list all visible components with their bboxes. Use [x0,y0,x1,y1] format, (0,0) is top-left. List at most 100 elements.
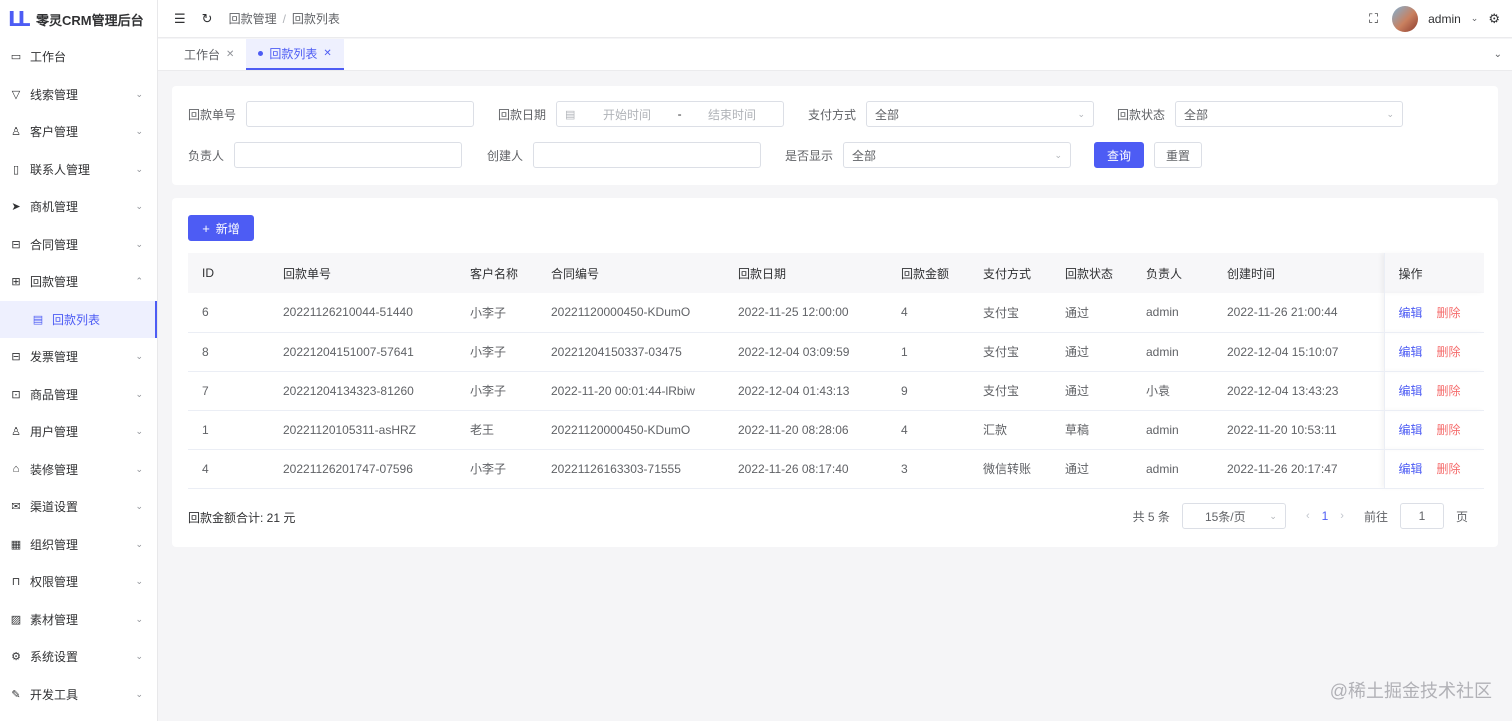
select-value: 15条/页 [1204,509,1246,524]
status-select[interactable]: 全部 ⌄ [1175,101,1404,127]
avatar[interactable] [1392,5,1419,32]
edit-link[interactable]: 编辑 [1399,345,1423,359]
app-title: 零灵CRM管理后台 [36,12,144,28]
collapse-menu-icon[interactable]: ☰ [174,11,186,27]
chevron-icon: ⌄ [135,388,143,399]
edit-link[interactable]: 编辑 [1399,384,1423,398]
amount-total: 回款金额合计: 21 元 [188,511,296,525]
person-icon: ♙ [11,426,21,439]
cell-amount: 4 [887,410,969,450]
cell-customer: 小李子 [456,371,537,411]
sidebar-item[interactable]: ⊟ 合同管理 ⌄ [0,226,157,264]
cell-date: 2022-11-20 08:28:06 [724,410,887,450]
sidebar-item-label: 用户管理 [30,425,79,440]
edit-link[interactable]: 编辑 [1399,462,1423,476]
sidebar-item[interactable]: ♙ 用户管理 ⌄ [0,413,157,451]
delete-link[interactable]: 删除 [1437,306,1461,320]
page-number[interactable]: 1 [1322,509,1329,523]
page-size-select[interactable]: 15条/页 ⌄ [1181,503,1286,529]
reset-button[interactable]: 重置 [1154,142,1202,168]
cell-owner: admin [1132,449,1213,489]
order-no-input[interactable] [246,101,475,127]
fullscreen-icon[interactable]: ⛶ [1369,11,1378,27]
filter-panel: 回款单号 回款日期 ▤ 开始时间 - 结束时间 支付方式 全部 ⌄ 回款状态 全… [172,86,1498,185]
cell-no: 20221126210044-51440 [269,293,456,333]
close-icon[interactable]: ✕ [226,49,234,60]
cell-contract: 20221120000450-KDumO [537,293,724,333]
building-icon: ▦ [10,538,22,551]
creator-input[interactable] [533,142,762,168]
delete-link[interactable]: 删除 [1437,462,1461,476]
cell-amount: 4 [887,293,969,333]
refresh-icon[interactable]: ↻ [202,11,213,27]
sidebar-item[interactable]: ✎ 开发工具 ⌄ [0,676,157,714]
sidebar-item[interactable]: ⊟ 发票管理 ⌄ [0,338,157,376]
sidebar-item[interactable]: ▦ 组织管理 ⌄ [0,526,157,564]
cell-date: 2022-11-26 08:17:40 [724,449,887,489]
sidebar-item[interactable]: ▭ 工作台 [0,38,157,76]
chevron-icon: ⌄ [135,351,143,362]
cell-created: 2022-11-20 10:53:11 [1213,410,1384,450]
settings-icon[interactable]: ⚙ [1488,11,1500,27]
query-button[interactable]: 查询 [1094,142,1144,168]
cell-date: 2022-12-04 03:09:59 [724,332,887,372]
breadcrumb-item[interactable]: 回款管理 [229,10,277,27]
sidebar-item[interactable]: ⊞ 回款管理 ⌃ [0,263,157,301]
tab-workbench[interactable]: 工作台 ✕ [172,39,246,70]
cell-customer: 小李子 [456,449,537,489]
sidebar-item-label: 系统设置 [30,650,79,665]
user-name[interactable]: admin [1428,12,1461,26]
tab-payment-list[interactable]: 回款列表 ✕ [246,39,344,70]
next-page-icon[interactable]: › [1340,510,1344,522]
sidebar-item[interactable]: ▽ 线索管理 ⌄ [0,76,157,114]
column-header: 客户名称 [456,253,537,293]
sidebar-item[interactable]: ♙ 客户管理 ⌄ [0,113,157,151]
delete-link[interactable]: 删除 [1437,345,1461,359]
close-icon[interactable]: ✕ [323,48,331,59]
sidebar-item[interactable]: ▯ 联系人管理 ⌄ [0,151,157,189]
tabs-bar: 工作台 ✕ 回款列表 ✕ ⌄ [158,39,1512,71]
pay-method-select[interactable]: 全部 ⌄ [866,101,1095,127]
sidebar-item[interactable]: ➤ 商机管理 ⌄ [0,188,157,226]
cell-owner: admin [1132,293,1213,333]
pagination-total: 共 5 条 [1132,509,1170,524]
gear-icon: ⚙ [11,651,21,664]
sidebar-item-label: 客户管理 [30,125,79,140]
store-icon: ⌂ [12,463,20,476]
chevron-down-icon: ⌄ [1269,510,1277,521]
watermark: @稀土掘金技术社区 [1329,681,1492,701]
date-range-picker[interactable]: ▤ 开始时间 - 结束时间 [556,101,785,127]
column-header: 合同编号 [537,253,724,293]
sidebar-item-label: 线索管理 [30,87,79,102]
tabs-more-chevron-icon[interactable]: ⌄ [1494,39,1512,70]
lock-icon: ⊓ [11,576,21,589]
column-header: 回款状态 [1051,253,1132,293]
sidebar-item[interactable]: ✉ 渠道设置 ⌄ [0,488,157,526]
edit-link[interactable]: 编辑 [1399,306,1423,320]
chevron-icon: ⌃ [135,276,143,287]
filter-label: 回款日期 [498,107,547,122]
add-button[interactable]: + 新增 [188,215,254,241]
cell-status: 通过 [1051,449,1132,489]
owner-input[interactable] [234,142,463,168]
sidebar-item[interactable]: ▤ 回款列表 [0,300,157,338]
edit-link[interactable]: 编辑 [1399,423,1423,437]
chevron-icon: ⌄ [135,126,143,137]
prev-page-icon[interactable]: ‹ [1306,510,1310,522]
sidebar-item[interactable]: ▨ 素材管理 ⌄ [0,601,157,639]
cell-status: 草稿 [1051,410,1132,450]
sidebar-item[interactable]: ⚙ 系统设置 ⌄ [0,638,157,676]
chevron-down-icon[interactable]: ⌄ [1471,13,1479,24]
delete-link[interactable]: 删除 [1437,384,1461,398]
payment-table: ID 回款单号 客户名称 合同编号 回款日期 回款金额 支付方式 回款状态 负责人 创建时间 操作 … [188,253,1484,489]
visible-select[interactable]: 全部 ⌄ [843,142,1072,168]
chevron-down-icon: ⌄ [1077,108,1086,119]
sidebar-item[interactable]: ⊓ 权限管理 ⌄ [0,563,157,601]
sidebar-item[interactable]: ⌂ 装修管理 ⌄ [0,451,157,489]
cell-date: 2022-11-25 12:00:00 [724,293,887,333]
sidebar-item[interactable]: ⊡ 商品管理 ⌄ [0,376,157,414]
cell-created: 2022-12-04 15:10:07 [1213,332,1384,372]
chevron-icon: ⌄ [135,88,143,99]
goto-page-input[interactable]: 1 [1399,503,1444,529]
delete-link[interactable]: 删除 [1437,423,1461,437]
